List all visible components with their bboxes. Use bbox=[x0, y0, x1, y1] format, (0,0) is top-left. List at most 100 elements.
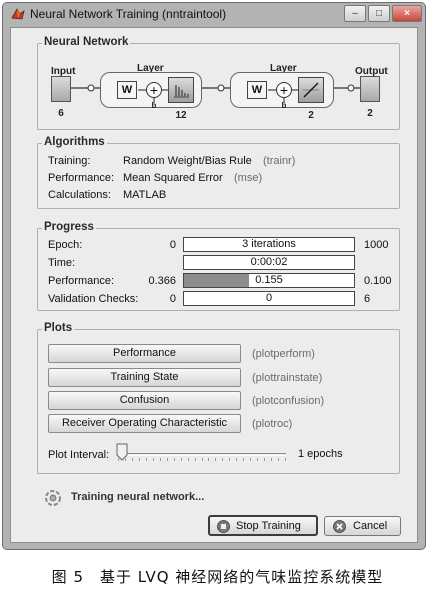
slider-tick bbox=[236, 458, 237, 461]
plot-confusion-code: (plotconfusion) bbox=[252, 395, 325, 407]
validation-end: 6 bbox=[364, 293, 371, 305]
slider-tick bbox=[188, 458, 189, 461]
plot-roc-button[interactable]: Receiver Operating Characteristic bbox=[48, 414, 241, 433]
matlab-app-icon bbox=[11, 8, 25, 20]
performance-code: (mse) bbox=[234, 172, 263, 184]
validation-bar-text: 0 bbox=[265, 292, 273, 304]
slider-tick bbox=[215, 458, 216, 461]
performance-label: Performance: bbox=[48, 172, 115, 184]
layer1-weight-box: W bbox=[117, 81, 137, 99]
slider-tick bbox=[132, 458, 133, 461]
slider-tick bbox=[285, 458, 286, 461]
plot-interval-label: Plot Interval: bbox=[48, 449, 110, 461]
layer2-sum-node: + bbox=[276, 82, 292, 98]
competitive-transfer-icon bbox=[174, 85, 189, 98]
performance-bar-text: 0.155 bbox=[255, 274, 283, 286]
close-button[interactable]: × bbox=[392, 5, 422, 22]
plot-interval-slider-track[interactable] bbox=[118, 453, 286, 456]
progress-performance-label: Performance: bbox=[48, 275, 115, 287]
title-bar: Neural Network Training (nntraintool) – … bbox=[2, 2, 426, 26]
training-label: Training: bbox=[48, 155, 91, 167]
plots-title: Plots bbox=[42, 322, 75, 334]
plot-interval-value: 1 epochs bbox=[298, 448, 343, 460]
neural-network-title: Neural Network bbox=[42, 36, 131, 48]
slider-tick bbox=[153, 458, 154, 461]
slider-tick bbox=[139, 458, 140, 461]
close-icon: × bbox=[404, 8, 410, 19]
plot-training-state-code: (plottrainstate) bbox=[252, 372, 323, 384]
performance-end: 0.100 bbox=[364, 275, 392, 287]
layer1-sum-node: + bbox=[146, 82, 162, 98]
slider-tick bbox=[174, 458, 175, 461]
cancel-icon bbox=[333, 520, 346, 533]
input-block bbox=[51, 76, 71, 102]
slider-tick bbox=[278, 458, 279, 461]
plot-training-state-button[interactable]: Training State bbox=[48, 368, 241, 387]
status-text: Training neural network... bbox=[71, 491, 205, 503]
figure-caption: 图 5 基于 LVQ 神经网络的气味监控系统模型 bbox=[51, 568, 384, 586]
slider-tick bbox=[243, 458, 244, 461]
linear-transfer-icon bbox=[303, 82, 319, 98]
epoch-bar-text: 3 iterations bbox=[242, 238, 296, 250]
slider-tick bbox=[202, 458, 203, 461]
calculations-value: MATLAB bbox=[123, 189, 167, 201]
validation-start: 0 bbox=[169, 293, 176, 305]
slider-tick bbox=[195, 458, 196, 461]
performance-value: Mean Squared Error bbox=[123, 172, 223, 184]
epoch-start: 0 bbox=[169, 239, 176, 251]
time-bar: 0:00:02 bbox=[183, 255, 355, 270]
algorithms-title: Algorithms bbox=[42, 136, 107, 148]
performance-start: 0.366 bbox=[148, 275, 176, 287]
training-code: (trainr) bbox=[263, 155, 296, 167]
slider-tick bbox=[208, 458, 209, 461]
slider-tick bbox=[160, 458, 161, 461]
epoch-bar: 3 iterations bbox=[183, 237, 355, 252]
output-block bbox=[360, 76, 380, 102]
input-size: 6 bbox=[58, 108, 64, 119]
slider-tick bbox=[264, 458, 265, 461]
slider-tick bbox=[222, 458, 223, 461]
epoch-label: Epoch: bbox=[48, 239, 83, 251]
plot-interval-slider-thumb[interactable] bbox=[116, 443, 128, 461]
layer2-transfer-function bbox=[298, 77, 324, 103]
cancel-label: Cancel bbox=[353, 520, 388, 532]
maximize-icon: □ bbox=[375, 8, 383, 19]
plot-interval-ticks bbox=[118, 458, 286, 462]
layer2-weight-box: W bbox=[247, 81, 267, 99]
maximize-button[interactable]: □ bbox=[368, 5, 390, 22]
layer1-size: 12 bbox=[175, 110, 187, 121]
slider-tick bbox=[271, 458, 272, 461]
minimize-button[interactable]: – bbox=[344, 5, 366, 22]
cancel-button[interactable]: Cancel bbox=[324, 516, 401, 536]
progress-title: Progress bbox=[42, 221, 96, 233]
slider-tick bbox=[181, 458, 182, 461]
stop-icon bbox=[217, 520, 230, 533]
plot-performance-code: (plotperform) bbox=[252, 348, 315, 360]
busy-spinner-icon bbox=[45, 490, 61, 506]
time-bar-text: 0:00:02 bbox=[250, 256, 288, 268]
slider-tick bbox=[250, 458, 251, 461]
validation-checks-label: Validation Checks: bbox=[48, 293, 139, 305]
layer2-bias-label: b bbox=[281, 101, 287, 110]
output-size: 2 bbox=[367, 108, 373, 119]
training-value: Random Weight/Bias Rule bbox=[123, 155, 252, 167]
layer1-transfer-function bbox=[168, 77, 194, 103]
slider-tick bbox=[229, 458, 230, 461]
epoch-end: 1000 bbox=[364, 239, 389, 251]
layer1-bias-label: b bbox=[151, 101, 157, 110]
plot-roc-code: (plotroc) bbox=[252, 418, 293, 430]
slider-tick bbox=[257, 458, 258, 461]
calculations-label: Calculations: bbox=[48, 189, 111, 201]
validation-bar: 0 bbox=[183, 291, 355, 306]
minimize-icon: – bbox=[352, 8, 358, 19]
network-connections bbox=[70, 84, 360, 92]
stop-training-label: Stop Training bbox=[236, 520, 301, 532]
plot-performance-button[interactable]: Performance bbox=[48, 344, 241, 363]
time-label: Time: bbox=[48, 257, 76, 269]
slider-tick bbox=[146, 458, 147, 461]
layer2-size: 2 bbox=[308, 110, 314, 121]
slider-tick bbox=[167, 458, 168, 461]
performance-bar: 0.155 bbox=[183, 273, 355, 288]
plot-confusion-button[interactable]: Confusion bbox=[48, 391, 241, 410]
stop-training-button[interactable]: Stop Training bbox=[208, 515, 318, 536]
